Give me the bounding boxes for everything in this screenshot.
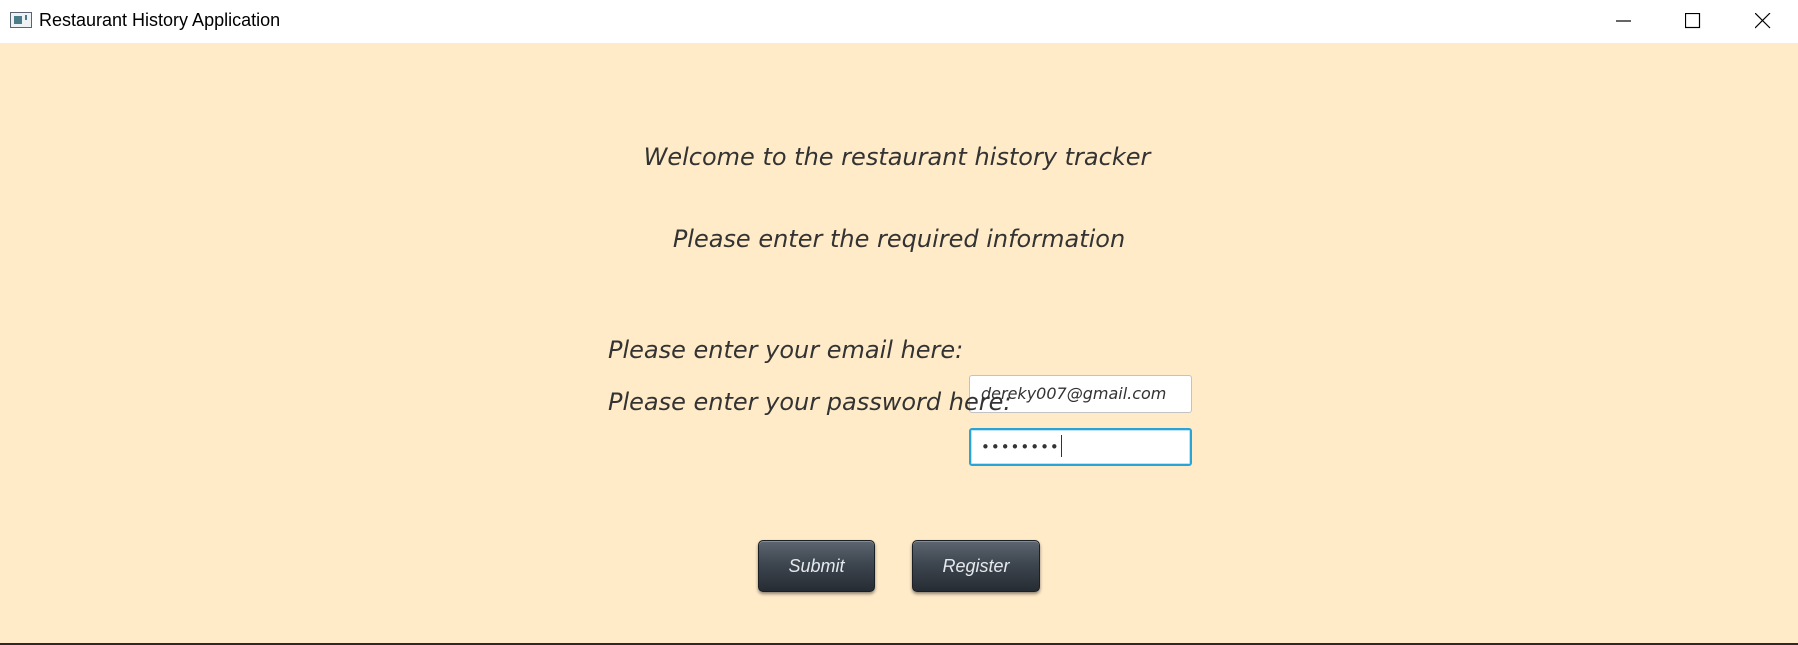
maximize-button[interactable] xyxy=(1658,0,1728,43)
app-icon xyxy=(10,12,32,28)
register-button[interactable]: Register xyxy=(912,540,1040,592)
password-label: Please enter your password here: xyxy=(608,388,1012,416)
minimize-icon xyxy=(1616,20,1631,22)
submit-button[interactable]: Submit xyxy=(758,540,875,592)
app-window: Restaurant History Application Welcome t… xyxy=(0,0,1798,645)
welcome-heading: Welcome to the restaurant history tracke… xyxy=(643,143,1151,171)
title-bar[interactable]: Restaurant History Application xyxy=(0,0,1798,43)
close-icon xyxy=(1755,13,1771,29)
maximize-icon xyxy=(1685,13,1701,29)
close-button[interactable] xyxy=(1728,0,1798,43)
text-caret xyxy=(1060,434,1062,457)
login-panel: Welcome to the restaurant history tracke… xyxy=(0,43,1798,643)
email-label: Please enter your email here: xyxy=(608,336,964,364)
password-value: •••••••• xyxy=(981,438,1060,456)
password-field[interactable]: •••••••• xyxy=(969,428,1192,466)
instructions-text: Please enter the required information xyxy=(672,225,1126,253)
minimize-button[interactable] xyxy=(1589,0,1659,43)
window-title: Restaurant History Application xyxy=(39,10,281,30)
